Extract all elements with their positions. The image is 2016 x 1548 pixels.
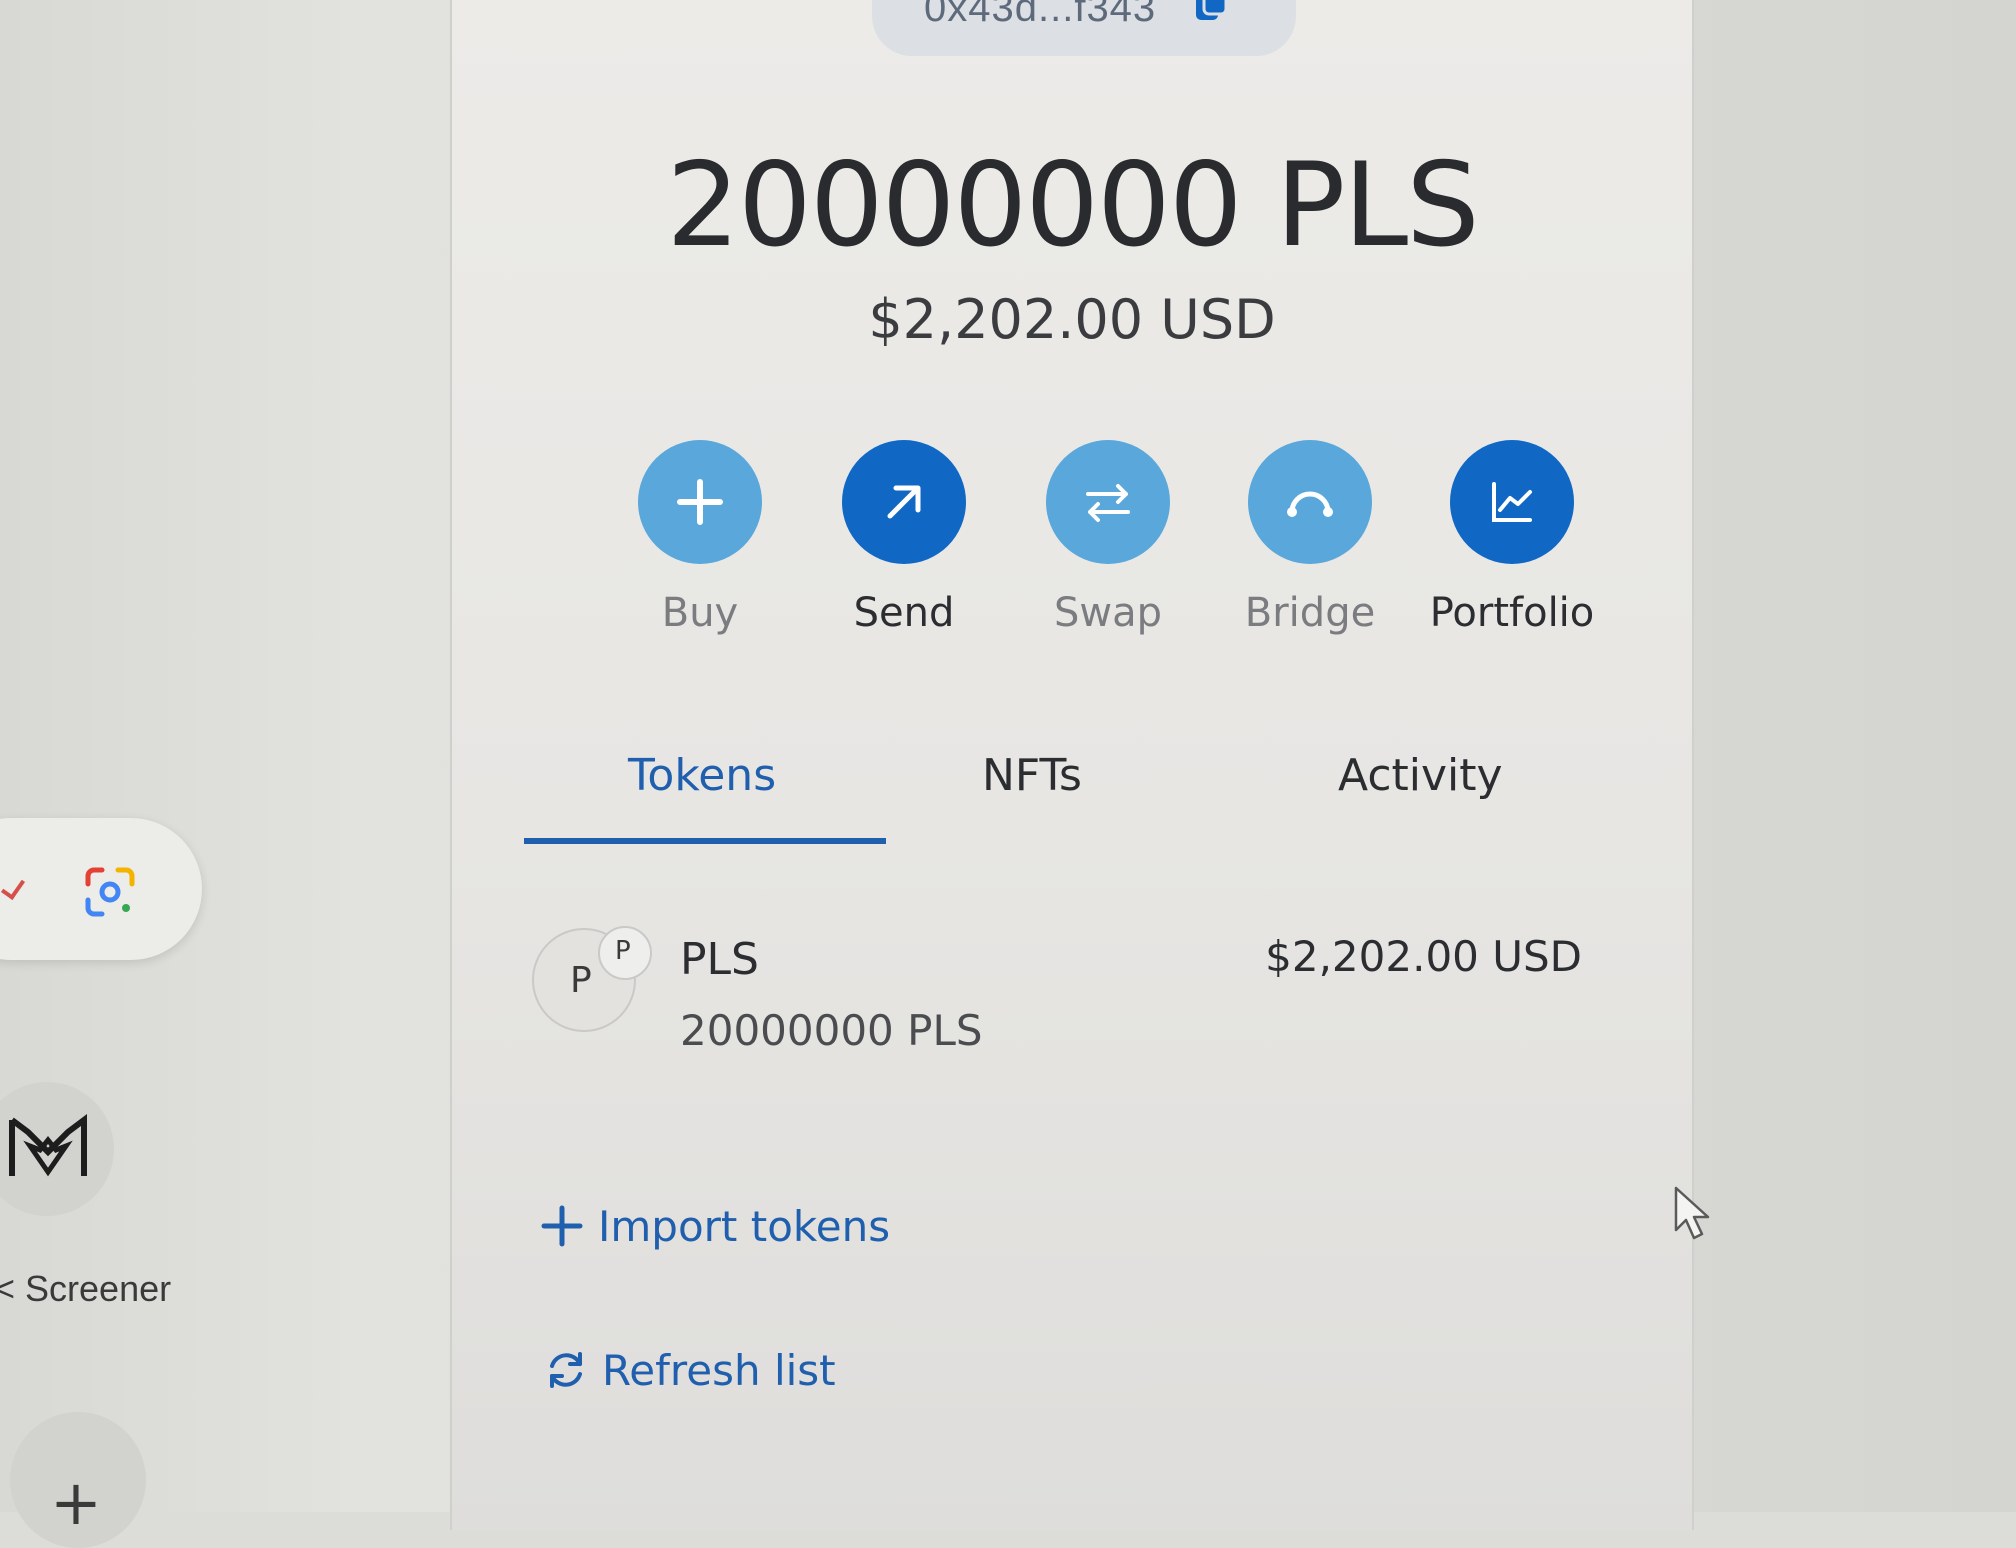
- send-button[interactable]: Send: [804, 440, 1004, 636]
- tab-activity[interactable]: Activity: [1338, 750, 1503, 801]
- tab-nfts[interactable]: NFTs: [982, 750, 1082, 801]
- bridge-label: Bridge: [1244, 590, 1376, 636]
- action-buttons: Buy Send Swap Bridge Portfolio: [600, 440, 1594, 640]
- refresh-list-label: Refresh list: [602, 1346, 836, 1395]
- token-name: PLS: [680, 934, 759, 985]
- search-pill[interactable]: [0, 818, 202, 960]
- swap-button-circle[interactable]: [1046, 440, 1170, 564]
- chart-icon: [1492, 482, 1532, 522]
- buy-button-circle[interactable]: [638, 440, 762, 564]
- send-button-circle[interactable]: [842, 440, 966, 564]
- shortcut-screener[interactable]: [0, 1082, 114, 1216]
- plus-icon: +: [50, 1466, 102, 1539]
- token-fiat-value: $2,202.00 USD: [1265, 932, 1582, 981]
- buy-button[interactable]: Buy: [600, 440, 800, 636]
- import-tokens-link[interactable]: Import tokens: [540, 1202, 890, 1252]
- copy-icon[interactable]: [1194, 0, 1228, 22]
- shortcut-label[interactable]: < Screener: [0, 1268, 171, 1310]
- import-tokens-label: Import tokens: [598, 1202, 891, 1251]
- refresh-icon: [550, 1351, 582, 1388]
- bridge-icon: [1287, 491, 1333, 517]
- network-badge-letter: P: [615, 936, 631, 966]
- swap-button[interactable]: Swap: [1008, 440, 1208, 636]
- add-shortcut-button[interactable]: +: [10, 1412, 146, 1548]
- send-label: Send: [853, 590, 955, 636]
- portfolio-button-circle[interactable]: [1450, 440, 1574, 564]
- refresh-list-link[interactable]: Refresh list: [544, 1346, 836, 1396]
- tab-tokens[interactable]: Tokens: [628, 750, 776, 801]
- browser-new-tab-area: < Screener +: [0, 0, 450, 1548]
- native-balance: 20000000 PLS: [666, 138, 1480, 273]
- token-amount: 20000000 PLS: [680, 1006, 983, 1055]
- swap-arrows-icon: [1086, 484, 1130, 522]
- bridge-button[interactable]: Bridge: [1210, 440, 1410, 636]
- arrow-up-right-icon: [887, 485, 921, 519]
- mouse-cursor-icon: [1674, 1186, 1710, 1240]
- token-avatar-letter: P: [570, 960, 592, 1001]
- google-lens-icon[interactable]: [80, 862, 140, 922]
- active-tab-indicator: [524, 838, 886, 844]
- wallet-panel: 0x43d...f343 20000000 PLS $2,202.00 USD …: [452, 0, 1692, 1530]
- portfolio-label: Portfolio: [1429, 590, 1595, 636]
- plus-icon: [677, 479, 723, 525]
- portfolio-button[interactable]: Portfolio: [1412, 440, 1612, 636]
- buy-label: Buy: [661, 590, 739, 636]
- token-list-item[interactable]: P P PLS 20000000 PLS $2,202.00 USD: [532, 918, 1582, 1058]
- wallet-tabs: Tokens NFTs Activity: [524, 750, 1624, 846]
- token-avatar: P P: [532, 926, 652, 1032]
- plus-icon: [541, 1205, 583, 1246]
- account-address-button[interactable]: 0x43d...f343: [872, 0, 1296, 56]
- fiat-balance: $2,202.00 USD: [868, 288, 1276, 351]
- screener-logo-icon: [9, 1114, 87, 1177]
- swap-label: Swap: [1053, 590, 1162, 636]
- network-badge: P: [598, 926, 652, 980]
- account-address: 0x43d...f343: [924, 0, 1157, 30]
- bridge-button-circle[interactable]: [1248, 440, 1372, 564]
- voice-search-icon[interactable]: [0, 873, 26, 901]
